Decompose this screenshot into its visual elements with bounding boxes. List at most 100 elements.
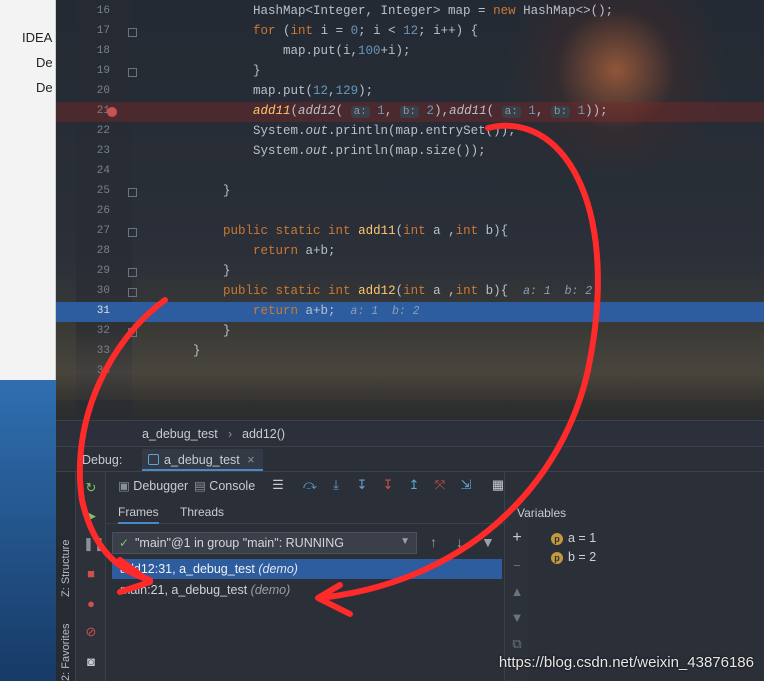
code-text: } xyxy=(193,324,231,338)
background-window: IDEA De De xyxy=(0,0,56,681)
show-execution-point-icon[interactable]: ⤼ xyxy=(302,477,318,493)
step-into-icon[interactable]: ↧ xyxy=(354,477,370,493)
line-number: 23 xyxy=(96,145,110,157)
breakpoint-icon[interactable] xyxy=(107,107,117,117)
line-number: 18 xyxy=(96,45,110,57)
remove-watch-icon[interactable]: − xyxy=(509,558,525,574)
tab-threads[interactable]: Threads xyxy=(180,505,224,519)
drop-frame-icon[interactable]: ⤧ xyxy=(432,477,448,493)
line-number: 30 xyxy=(96,285,110,297)
fold-marker-icon[interactable] xyxy=(128,288,137,297)
thread-selector-value: "main"@1 in group "main": RUNNING xyxy=(135,536,344,550)
line-number: 24 xyxy=(96,165,110,177)
code-line[interactable]: 33} xyxy=(56,342,764,362)
code-line[interactable]: 20 map.put(12,129); xyxy=(56,82,764,102)
arrow-up-icon[interactable]: ↑ xyxy=(430,534,437,550)
code-text: } xyxy=(193,64,261,78)
watermark: https://blog.csdn.net/weixin_43876186 xyxy=(498,654,754,671)
code-text: add11(add12( a: 1, b: 2),add11( a: 1, b:… xyxy=(253,104,608,118)
move-up-icon[interactable]: ▲ xyxy=(509,584,525,600)
fold-marker-icon[interactable] xyxy=(128,328,137,337)
filter-icon[interactable]: ▼ xyxy=(481,534,495,550)
code-line[interactable]: 25 } xyxy=(56,182,764,202)
menu-icon[interactable]: ☰ xyxy=(270,477,286,493)
code-text: } xyxy=(193,184,231,198)
close-icon[interactable]: × xyxy=(247,453,254,467)
code-text: return a+b; a: 1 b: 2 xyxy=(253,304,420,318)
line-number: 34 xyxy=(96,365,110,377)
line-number: 32 xyxy=(96,325,110,337)
rerun-icon[interactable]: ↻ xyxy=(83,480,99,496)
code-line[interactable]: 24 xyxy=(56,162,764,182)
code-line[interactable]: 18 map.put(i,100+i); xyxy=(56,42,764,62)
tab-debugger[interactable]: ▣ Debugger xyxy=(118,478,188,493)
code-line[interactable]: 22 System.out.println(map.entrySet()); xyxy=(56,122,764,142)
frames-threads-tabs: Frames Threads xyxy=(106,500,504,524)
line-number: 28 xyxy=(96,245,110,257)
add-watch-icon[interactable]: + xyxy=(509,530,525,546)
code-line[interactable]: 23 System.out.println(map.size()); xyxy=(56,142,764,162)
breadcrumb-method[interactable]: add12() xyxy=(242,427,285,441)
code-line[interactable]: 19 } xyxy=(56,62,764,82)
code-text: for (int i = 0; i < 12; i++) { xyxy=(253,24,479,38)
stop-icon[interactable]: ■ xyxy=(83,566,99,582)
code-line[interactable]: 16 HashMap<Integer, Integer> map = new H… xyxy=(56,2,764,22)
fold-marker-icon[interactable] xyxy=(128,268,137,277)
code-line[interactable]: 31 return a+b; a: 1 b: 2 xyxy=(56,302,764,322)
line-number: 19 xyxy=(96,65,110,77)
code-line[interactable]: 17 for (int i = 0; i < 12; i++) { xyxy=(56,22,764,42)
run-to-cursor-icon[interactable]: ⇲ xyxy=(458,477,474,493)
code-line[interactable]: 26 xyxy=(56,202,764,222)
code-line[interactable]: 29 } xyxy=(56,262,764,282)
window-item-fragment: De xyxy=(36,80,53,95)
code-line[interactable]: 27 public static int add11(int a ,int b)… xyxy=(56,222,764,242)
favorites-tool-button[interactable]: 2: Favorites xyxy=(60,624,72,681)
debugger-subtabs: ▣ Debugger ▤ Console ☰ ⤼ ⤓ ↧ ↧ ↥ ⤧ ⇲ ▦ xyxy=(106,472,506,498)
pause-icon[interactable]: ❚❚ xyxy=(83,536,105,552)
code-line[interactable]: 34 xyxy=(56,362,764,382)
breadcrumb: a_debug_test › add12() xyxy=(56,420,764,446)
variable-row[interactable]: pb = 2 xyxy=(551,550,596,564)
line-number: 21 xyxy=(96,105,110,117)
fold-marker-icon[interactable] xyxy=(128,68,137,77)
step-over-icon[interactable]: ⤓ xyxy=(328,477,344,493)
line-number: 27 xyxy=(96,225,110,237)
parameter-icon: p xyxy=(551,552,563,564)
arrow-down-icon[interactable]: ↓ xyxy=(456,534,463,550)
variable-row[interactable]: pa = 1 xyxy=(551,531,596,545)
tab-frames[interactable]: Frames xyxy=(118,505,159,524)
copy-icon[interactable]: ⧉ xyxy=(509,636,525,652)
code-line[interactable]: 21 add11(add12( a: 1, b: 2),add11( a: 1,… xyxy=(56,102,764,122)
code-line[interactable]: 32 } xyxy=(56,322,764,342)
code-line[interactable]: 30 public static int add12(int a ,int b)… xyxy=(56,282,764,302)
code-line[interactable]: 28 return a+b; xyxy=(56,242,764,262)
tab-console[interactable]: ▤ Console xyxy=(194,478,255,493)
code-text: } xyxy=(193,344,201,358)
check-icon: ✓ xyxy=(119,536,130,550)
breadcrumb-class[interactable]: a_debug_test xyxy=(142,427,218,441)
stack-frame[interactable]: add12:31, a_debug_test (demo) xyxy=(112,559,502,579)
fold-marker-icon[interactable] xyxy=(128,188,137,197)
move-down-icon[interactable]: ▼ xyxy=(509,610,525,626)
window-item-fragment: De xyxy=(36,55,53,70)
line-number: 33 xyxy=(96,345,110,357)
camera-icon[interactable]: ◙ xyxy=(83,654,99,670)
line-number: 31 xyxy=(96,305,110,317)
fold-marker-icon[interactable] xyxy=(128,28,137,37)
step-out-icon[interactable]: ↥ xyxy=(406,477,422,493)
code-text: map.put(i,100+i); xyxy=(193,44,411,58)
view-breakpoints-icon[interactable]: ● xyxy=(83,596,99,612)
structure-tool-button[interactable]: Z: Structure xyxy=(60,540,72,597)
force-step-into-icon[interactable]: ↧ xyxy=(380,477,396,493)
fold-marker-icon[interactable] xyxy=(128,228,137,237)
mute-breakpoints-icon[interactable]: ⊘ xyxy=(83,624,99,640)
resume-icon[interactable]: ▶ xyxy=(83,508,99,524)
code-text: System.out.println(map.size()); xyxy=(193,144,486,158)
stack-frame[interactable]: main:21, a_debug_test (demo) xyxy=(112,580,502,600)
line-number: 25 xyxy=(96,185,110,197)
session-icon xyxy=(148,454,159,465)
thread-selector[interactable]: ✓ "main"@1 in group "main": RUNNING ▼ xyxy=(112,532,417,554)
debug-session-tab[interactable]: a_debug_test × xyxy=(142,449,263,471)
debug-panel: Z: Structure 2: Favorites ↻ ▶ ❚❚ ■ ● ⊘ ◙… xyxy=(56,472,764,681)
code-editor[interactable]: 16 HashMap<Integer, Integer> map = new H… xyxy=(56,0,764,420)
